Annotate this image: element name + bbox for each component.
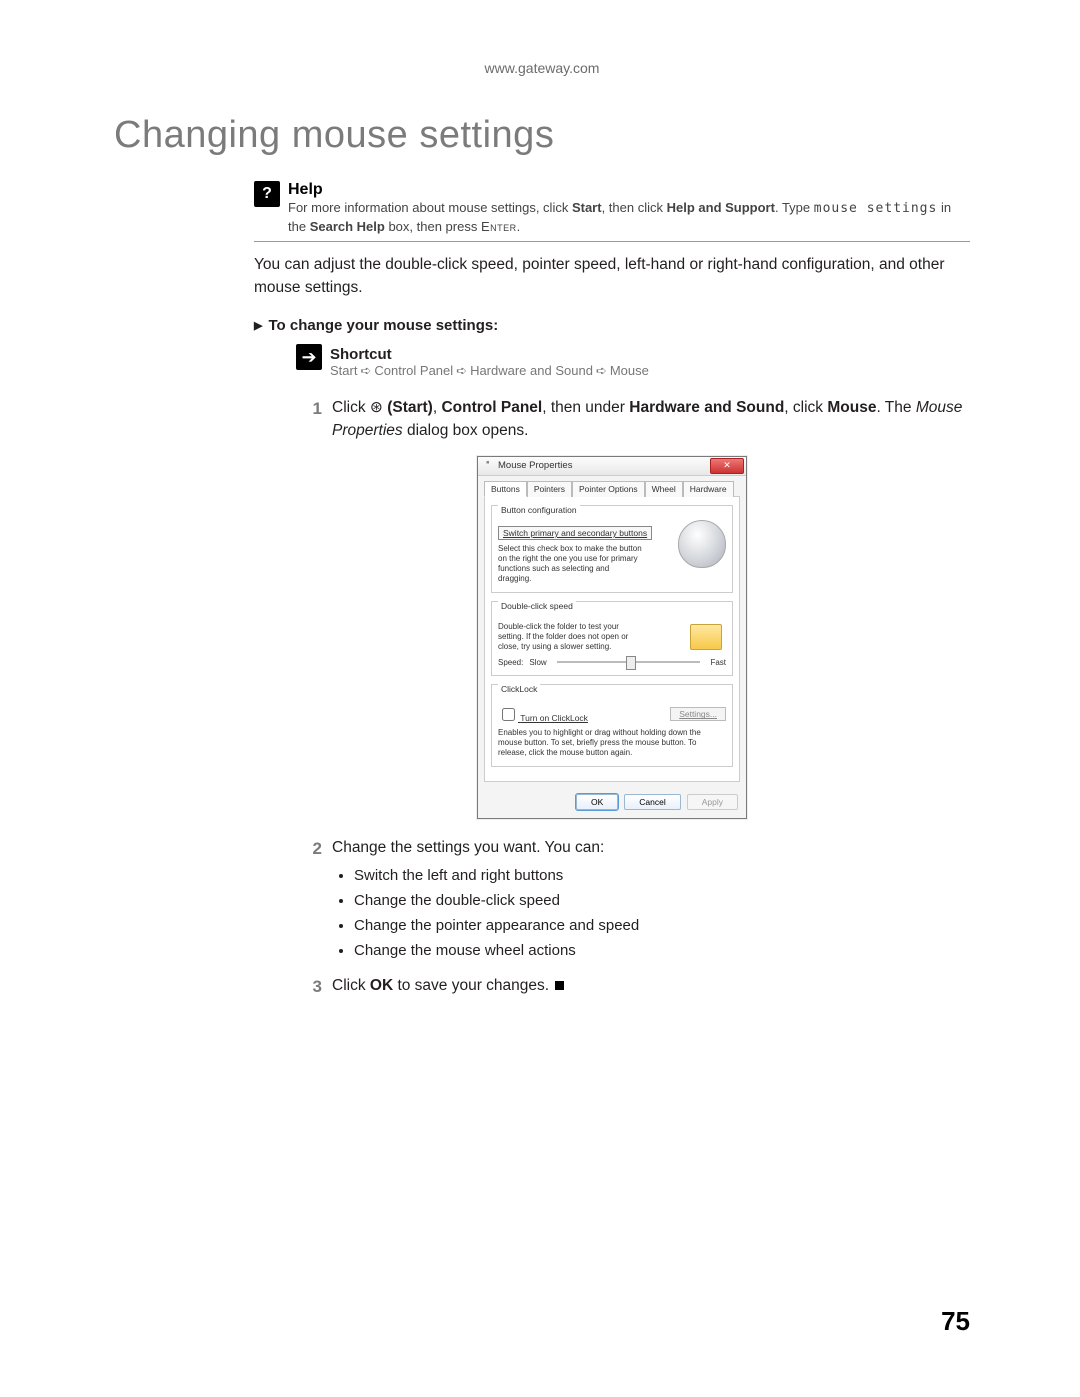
test-folder-icon[interactable] [690, 624, 722, 650]
dialog-titlebar: Mouse Properties ✕ [478, 457, 746, 476]
mouse-preview-image [678, 520, 726, 568]
help-text: For more information about mouse setting… [288, 199, 970, 235]
button-config-group: Button configuration Switch primary and … [491, 505, 733, 593]
clicklock-desc: Enables you to highlight or drag without… [498, 728, 726, 758]
step-1: 1 Click ⊛ (Start), Control Panel, then u… [296, 397, 970, 442]
speed-label: Speed: [498, 658, 523, 667]
header-url: www.gateway.com [114, 60, 970, 76]
arrow-right-icon: ➔ [296, 344, 322, 370]
step-number: 2 [296, 837, 322, 965]
speed-slider[interactable] [557, 661, 701, 663]
tab-buttons[interactable]: Buttons [484, 481, 527, 497]
help-title: Help [288, 181, 970, 199]
shortcut-path: Start➪Control Panel➪Hardware and Sound➪M… [330, 363, 970, 379]
procedure-heading: To change your mouse settings: [254, 317, 970, 334]
tab-wheel[interactable]: Wheel [645, 481, 683, 497]
list-item: Change the mouse wheel actions [354, 940, 970, 962]
step-2-list: Switch the left and right buttons Change… [354, 865, 970, 961]
double-click-desc: Double-click the folder to test your set… [498, 622, 643, 652]
step-number: 1 [296, 397, 322, 442]
apply-button[interactable]: Apply [687, 794, 738, 810]
clicklock-checkbox[interactable]: Turn on ClickLock [498, 705, 588, 724]
page-title: Changing mouse settings [114, 114, 970, 157]
double-click-group: Double-click speed Double-click the fold… [491, 601, 733, 676]
page: www.gateway.com Changing mouse settings … [0, 0, 1080, 1397]
tab-pointer-options[interactable]: Pointer Options [572, 481, 645, 497]
shortcut-title: Shortcut [330, 346, 970, 363]
start-orb-icon: ⊛ [370, 399, 387, 416]
slow-label: Slow [529, 658, 546, 667]
clicklock-group: ClickLock Turn on ClickLock Settings... … [491, 684, 733, 767]
step-2: 2 Change the settings you want. You can:… [296, 837, 970, 965]
end-of-procedure-icon [555, 981, 564, 990]
mouse-cursor-icon [484, 461, 494, 471]
close-button[interactable]: ✕ [710, 458, 744, 474]
button-config-desc: Select this check box to make the button… [498, 544, 643, 584]
step-3: 3 Click OK to save your changes. [296, 975, 970, 1000]
clicklock-input[interactable] [502, 708, 515, 721]
tab-hardware[interactable]: Hardware [683, 481, 734, 497]
list-item: Change the pointer appearance and speed [354, 915, 970, 937]
step-1-text: Click ⊛ (Start), Control Panel, then und… [332, 397, 970, 442]
step-3-text: Click OK to save your changes. [332, 975, 970, 1000]
dialog-title: Mouse Properties [498, 460, 572, 471]
mouse-properties-dialog: Mouse Properties ✕ Buttons Pointers Poin… [477, 456, 747, 819]
switch-buttons-checkbox[interactable]: Switch primary and secondary buttons [498, 526, 652, 540]
page-number: 75 [941, 1306, 970, 1337]
step-number: 3 [296, 975, 322, 1000]
intro-text: You can adjust the double-click speed, p… [254, 254, 970, 299]
list-item: Switch the left and right buttons [354, 865, 970, 887]
tab-pointers[interactable]: Pointers [527, 481, 572, 497]
shortcut-callout: ➔ Shortcut Start➪Control Panel➪Hardware … [296, 344, 970, 383]
fast-label: Fast [710, 658, 726, 667]
clicklock-settings-button[interactable]: Settings... [670, 707, 726, 721]
help-callout: ? Help For more information about mouse … [254, 179, 970, 242]
help-icon: ? [254, 181, 280, 207]
list-item: Change the double-click speed [354, 890, 970, 912]
dialog-tabstrip: Buttons Pointers Pointer Options Wheel H… [478, 476, 746, 496]
cancel-button[interactable]: Cancel [624, 794, 680, 810]
slider-thumb[interactable] [626, 656, 636, 670]
step-2-text: Change the settings you want. You can: [332, 837, 970, 859]
ok-button[interactable]: OK [576, 794, 618, 810]
